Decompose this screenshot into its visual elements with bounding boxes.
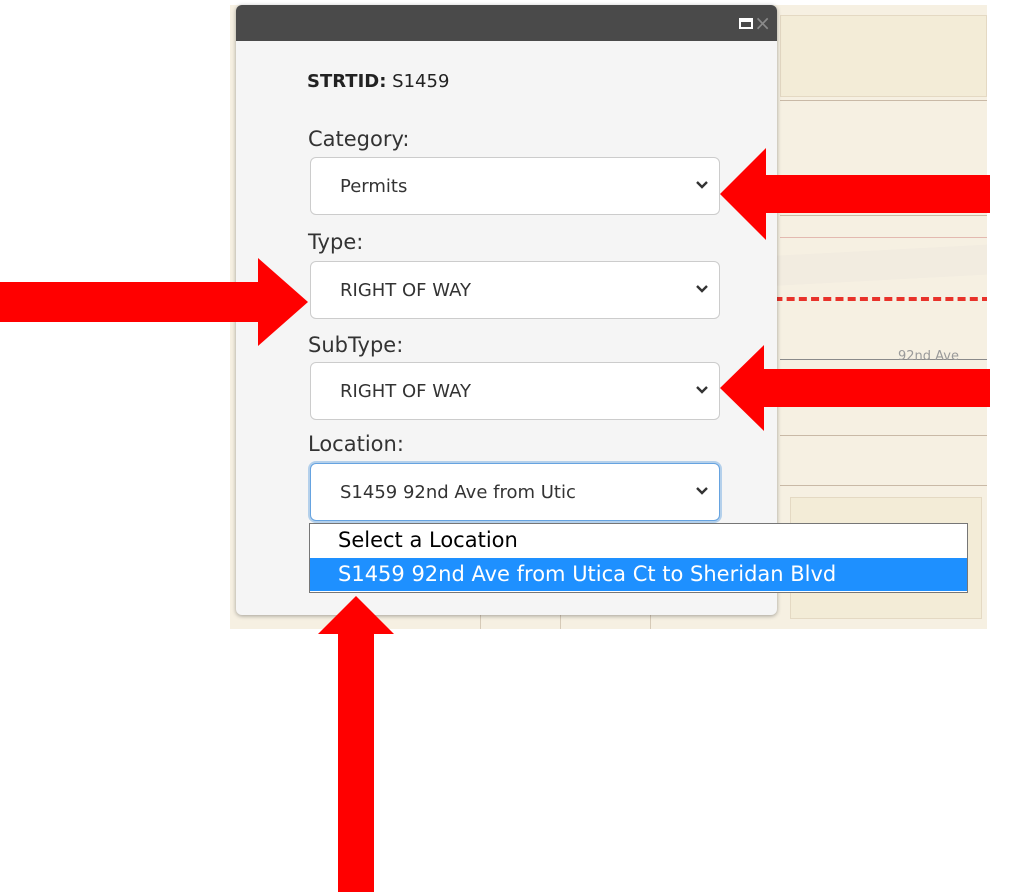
category-select[interactable]: Permits	[310, 157, 720, 215]
subtype-label: SubType:	[308, 333, 404, 357]
red-annotation-arrow-left	[720, 148, 990, 240]
category-label: Category:	[308, 127, 410, 151]
subtype-select-value: RIGHT OF WAY	[340, 381, 471, 402]
strtid-field: STRTID: S1459	[307, 71, 449, 92]
location-dropdown-list: Select a Location S1459 92nd Ave from Ut…	[309, 523, 968, 593]
location-label: Location:	[308, 432, 404, 456]
map-parcel-line	[780, 485, 987, 486]
chevron-down-icon	[696, 285, 708, 293]
location-option[interactable]: Select a Location	[310, 524, 967, 557]
type-select-value: RIGHT OF WAY	[340, 280, 471, 301]
maximize-icon[interactable]	[739, 18, 753, 29]
location-select-value: S1459 92nd Ave from Utic	[340, 482, 576, 503]
red-annotation-arrow-left	[720, 345, 990, 431]
map-selected-street-dashed-line	[750, 297, 987, 301]
chevron-down-icon	[696, 386, 708, 394]
strtid-value: S1459	[392, 71, 450, 92]
subtype-select[interactable]: RIGHT OF WAY	[310, 362, 720, 420]
popup-titlebar: ×	[236, 5, 777, 41]
category-select-value: Permits	[340, 176, 408, 197]
type-select[interactable]: RIGHT OF WAY	[310, 261, 720, 319]
close-icon[interactable]: ×	[754, 13, 771, 33]
location-option-selected[interactable]: S1459 92nd Ave from Utica Ct to Sheridan…	[310, 558, 967, 591]
location-select[interactable]: S1459 92nd Ave from Utic	[310, 463, 720, 521]
red-annotation-arrow-right	[0, 258, 308, 346]
strtid-label: STRTID:	[307, 71, 387, 92]
type-label: Type:	[308, 230, 364, 254]
chevron-down-icon	[696, 181, 708, 189]
map-block	[780, 15, 987, 97]
map-parcel-line	[780, 100, 987, 101]
map-road	[769, 244, 987, 286]
chevron-down-icon	[696, 487, 708, 495]
map-parcel-line	[780, 435, 987, 436]
red-annotation-arrow-up	[318, 596, 394, 892]
